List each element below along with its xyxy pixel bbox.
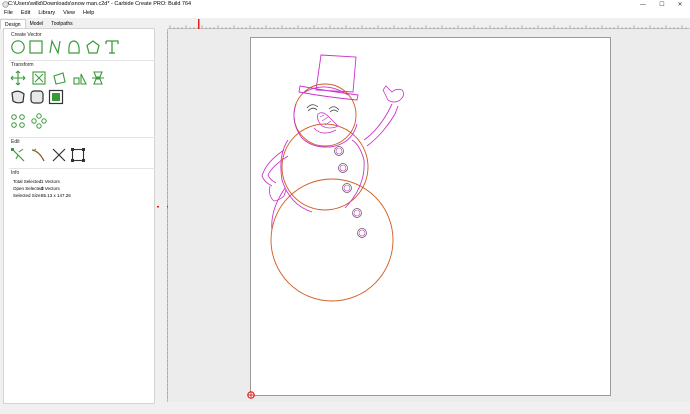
snowman-left-hand xyxy=(269,185,287,202)
snowman-right-eye xyxy=(328,106,340,113)
snowman-hat xyxy=(298,54,359,101)
snowman-right-arm xyxy=(363,103,399,147)
snowman-left-eye xyxy=(306,104,319,112)
snowman-bottom-ball xyxy=(270,178,394,302)
snowman-nose xyxy=(317,112,339,129)
snowman-right-hand xyxy=(382,85,404,103)
snowman-drawing[interactable] xyxy=(0,0,690,414)
origin-marker xyxy=(247,391,255,399)
snowman-mouth xyxy=(313,127,337,134)
snowman-middle-ball xyxy=(281,123,369,211)
snowman-outline xyxy=(271,86,365,231)
panel-scrollbar[interactable] xyxy=(159,26,167,402)
